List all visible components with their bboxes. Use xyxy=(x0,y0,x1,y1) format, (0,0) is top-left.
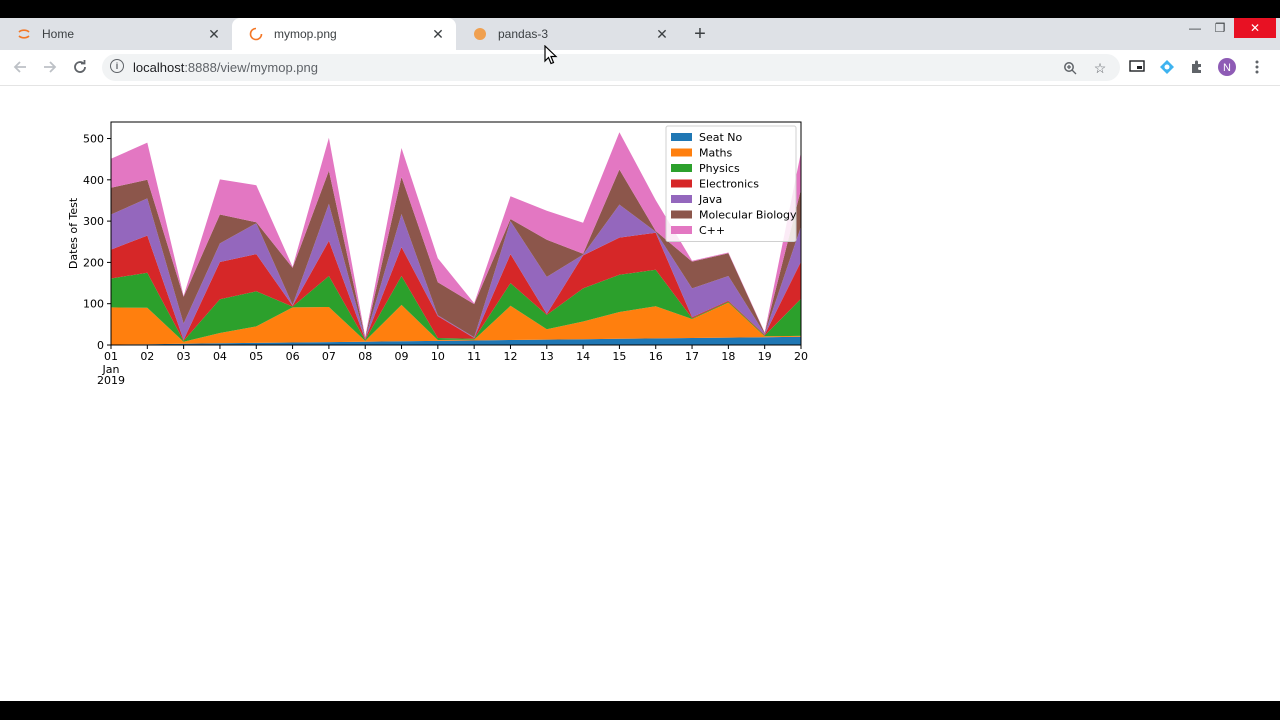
tab-title: mymop.png xyxy=(274,27,337,41)
x-tick-label: 17 xyxy=(685,350,699,363)
page-content: 0 100 200 300 400 500 01 02 03 04 05 06 07 08 09 10 11 1… xyxy=(0,86,1280,701)
menu-icon[interactable] xyxy=(1246,56,1268,78)
x-tick-label: 01 xyxy=(104,350,118,363)
info-icon[interactable]: i xyxy=(110,59,124,73)
close-window-button[interactable]: ✕ xyxy=(1234,18,1276,38)
tab-title: pandas-3 xyxy=(498,27,549,41)
browser-toolbar: i localhost:8888/view/mymop.png ☆ N xyxy=(0,50,1280,86)
legend-label: C++ xyxy=(699,224,725,237)
star-icon[interactable]: ☆ xyxy=(1090,58,1110,78)
x-sublabel-year: 2019 xyxy=(97,374,125,387)
x-tick-label: 18 xyxy=(721,350,735,363)
x-tick-label: 12 xyxy=(503,350,517,363)
y-tick-label: 300 xyxy=(83,215,104,228)
legend-label: Physics xyxy=(699,162,740,175)
close-tab-icon[interactable]: ✕ xyxy=(204,24,224,44)
x-tick-label: 19 xyxy=(758,350,772,363)
cast-icon[interactable] xyxy=(1126,56,1148,78)
x-tick-label: 15 xyxy=(612,350,626,363)
legend-label: Molecular Biology xyxy=(699,209,797,222)
x-tick-label: 13 xyxy=(540,350,554,363)
x-tick-label: 11 xyxy=(467,350,481,363)
loading-spinner-icon xyxy=(248,26,264,42)
svg-text:N: N xyxy=(1223,62,1231,74)
x-tick-label: 06 xyxy=(286,350,300,363)
restore-button[interactable]: ❐ xyxy=(1203,18,1237,38)
stacked-area-chart: 0 100 200 300 400 500 01 02 03 04 05 06 07 08 09 10 11 1… xyxy=(67,121,808,387)
legend-swatch xyxy=(671,133,692,141)
profile-icon[interactable]: N xyxy=(1216,56,1238,78)
y-tick-label: 400 xyxy=(83,174,104,187)
tab-home[interactable]: Home ✕ xyxy=(0,18,232,50)
mouse-cursor-icon xyxy=(544,45,558,65)
legend-swatch xyxy=(671,164,692,172)
legend-swatch xyxy=(671,179,692,188)
forward-icon[interactable] xyxy=(38,55,62,79)
tab-pandas[interactable]: pandas-3 ✕ xyxy=(456,18,680,50)
x-tick-label: 20 xyxy=(794,350,808,363)
x-tick-label: 09 xyxy=(395,350,409,363)
screen-bottom-bar xyxy=(0,701,1280,720)
y-axis-label: Dates of Test xyxy=(67,197,80,269)
legend-label: Electronics xyxy=(699,178,759,191)
legend-swatch xyxy=(671,195,692,203)
jupyter-favicon-icon xyxy=(16,26,32,42)
new-tab-button[interactable]: + xyxy=(688,22,712,46)
reload-icon[interactable] xyxy=(68,55,92,79)
y-tick-label: 100 xyxy=(83,298,104,311)
x-tick-label: 04 xyxy=(213,350,227,363)
x-tick-label: 16 xyxy=(649,350,663,363)
legend-swatch xyxy=(671,210,692,219)
back-icon[interactable] xyxy=(8,55,32,79)
x-tick-label: 07 xyxy=(322,350,336,363)
y-tick-label: 200 xyxy=(83,256,104,269)
screen-top-bar xyxy=(0,0,1280,18)
tab-mymop[interactable]: mymop.png ✕ xyxy=(232,18,456,50)
tab-title: Home xyxy=(42,27,75,41)
legend-swatch xyxy=(671,226,692,234)
legend-swatch xyxy=(671,148,692,157)
chart-legend: Seat No Maths Physics Electronics Java Molecu… xyxy=(665,125,797,242)
x-tick-label: 02 xyxy=(140,350,154,363)
legend-label: Maths xyxy=(699,147,733,160)
y-tick-label: 500 xyxy=(83,133,104,146)
y-tick-label: 0 xyxy=(97,339,104,352)
x-tick-label: 05 xyxy=(249,350,263,363)
extension-icon[interactable] xyxy=(1156,56,1178,78)
close-tab-icon[interactable]: ✕ xyxy=(652,24,672,44)
close-tab-icon[interactable]: ✕ xyxy=(428,24,448,44)
notebook-favicon-icon xyxy=(472,26,488,42)
url-text[interactable]: localhost:8888/view/mymop.png xyxy=(133,60,318,75)
x-tick-label: 10 xyxy=(431,350,445,363)
tab-strip: Home ✕ mymop.png ✕ pandas-3 ✕ + — ❐ ✕ xyxy=(0,18,1280,50)
x-tick-label: 14 xyxy=(576,350,590,363)
legend-label: Java xyxy=(698,193,722,206)
address-bar[interactable]: i localhost:8888/view/mymop.png ☆ xyxy=(102,54,1120,81)
zoom-icon[interactable] xyxy=(1060,58,1080,78)
puzzle-icon[interactable] xyxy=(1186,56,1208,78)
x-tick-label: 03 xyxy=(177,350,191,363)
legend-label: Seat No xyxy=(699,131,743,144)
x-tick-label: 08 xyxy=(358,350,372,363)
